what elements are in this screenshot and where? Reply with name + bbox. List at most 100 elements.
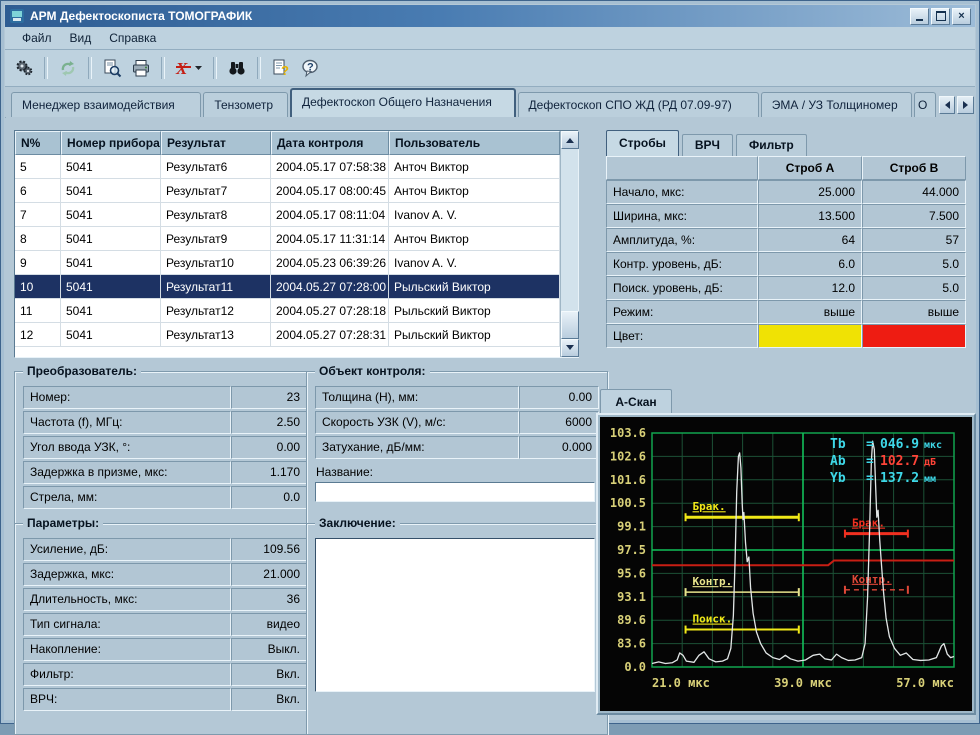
toolbar: X ? ? (5, 50, 975, 87)
cell[interactable]: Анточ Виктор (389, 179, 560, 203)
cell[interactable]: 8 (15, 227, 61, 251)
scrollbar-thumb[interactable] (561, 311, 579, 339)
cell[interactable]: 2004.05.27 07:28:00 (271, 275, 389, 299)
content-area: N% Номер прибора Результат Дата контроля… (6, 117, 976, 720)
export-excel-button[interactable]: X (172, 55, 206, 81)
cell[interactable]: Результат13 (161, 323, 271, 347)
cell[interactable]: 2004.05.17 07:58:38 (271, 155, 389, 179)
cell[interactable]: 6 (15, 179, 61, 203)
table-row[interactable]: 95041Результат102004.05.23 06:39:26Ivano… (15, 251, 560, 275)
tab-tensometer[interactable]: Тензометр (203, 92, 288, 117)
menu-file[interactable]: Файл (13, 29, 61, 47)
titlebar[interactable]: АРМ Дефектоскописта ТОМОГРАФИК × (5, 5, 975, 27)
cell[interactable]: 5041 (61, 227, 161, 251)
svg-text:95.6: 95.6 (617, 566, 646, 580)
field-value: 0.00 (231, 436, 307, 459)
cell[interactable]: Результат10 (161, 251, 271, 275)
cell[interactable]: Результат9 (161, 227, 271, 251)
cell[interactable]: Результат7 (161, 179, 271, 203)
cell[interactable]: 5041 (61, 323, 161, 347)
tab-general-flaw-detector[interactable]: Дефектоскоп Общего Назначения (290, 88, 516, 117)
table-row[interactable]: 115041Результат122004.05.27 07:28:18Рыль… (15, 299, 560, 323)
cell[interactable]: 7 (15, 203, 61, 227)
print-preview-button[interactable] (99, 55, 125, 81)
ascan-chart-panel: 103.6102.6101.6100.599.197.595.693.189.6… (596, 413, 976, 715)
cell[interactable]: Ivanov A. V. (389, 203, 560, 227)
table-row[interactable]: 65041Результат72004.05.17 08:00:45Анточ … (15, 179, 560, 203)
table-row[interactable]: 75041Результат82004.05.17 08:11:04Ivanov… (15, 203, 560, 227)
strobe-a-value: 64 (758, 228, 862, 252)
cell[interactable]: Результат6 (161, 155, 271, 179)
cell[interactable]: 5041 (61, 299, 161, 323)
context-help-button[interactable]: ? (297, 55, 323, 81)
cell[interactable]: 5041 (61, 203, 161, 227)
tab-scroll-right-button[interactable] (957, 96, 974, 114)
cell[interactable]: 12 (15, 323, 61, 347)
cell[interactable]: Рыльский Виктор (389, 323, 560, 347)
cell[interactable]: 9 (15, 251, 61, 275)
svg-text:97.5: 97.5 (617, 543, 646, 557)
svg-text:мм: мм (924, 474, 936, 485)
svg-text:102.7: 102.7 (880, 454, 919, 469)
table-row[interactable]: 85041Результат92004.05.17 11:31:14Анточ … (15, 227, 560, 251)
conclusion-textarea[interactable] (315, 538, 595, 692)
print-button[interactable] (128, 55, 154, 81)
col-header-date[interactable]: Дата контроля (271, 131, 389, 155)
find-button[interactable] (224, 55, 250, 81)
tab-ascan[interactable]: А-Скан (600, 389, 672, 414)
scroll-down-button[interactable] (561, 339, 579, 357)
col-header-device[interactable]: Номер прибора (61, 131, 161, 155)
field-value: Выкл. (231, 638, 307, 661)
cell[interactable]: 5 (15, 155, 61, 179)
maximize-button[interactable] (931, 8, 950, 25)
table-row[interactable]: 125041Результат132004.05.27 07:28:31Рыль… (15, 323, 560, 347)
results-scrollbar[interactable] (560, 131, 578, 357)
cell[interactable]: 2004.05.17 08:11:04 (271, 203, 389, 227)
cell[interactable]: 11 (15, 299, 61, 323)
col-header-number[interactable]: N% (15, 131, 61, 155)
tab-spo-zhd-flaw-detector[interactable]: Дефектоскоп СПО ЖД (РД 07.09-97) (518, 92, 759, 117)
cell[interactable]: 5041 (61, 251, 161, 275)
close-button[interactable]: × (952, 8, 971, 25)
cell[interactable]: 2004.05.23 06:39:26 (271, 251, 389, 275)
cell[interactable]: 2004.05.17 08:00:45 (271, 179, 389, 203)
field-value: Вкл. (231, 663, 307, 686)
tab-filter[interactable]: Фильтр (736, 134, 807, 156)
table-row[interactable]: 55041Результат62004.05.17 07:58:38Анточ … (15, 155, 560, 179)
refresh-button[interactable] (55, 55, 81, 81)
cell[interactable]: Результат8 (161, 203, 271, 227)
cell[interactable]: Ivanov A. V. (389, 251, 560, 275)
menu-view[interactable]: Вид (61, 29, 101, 47)
settings-button[interactable] (11, 55, 37, 81)
cell[interactable]: 5041 (61, 155, 161, 179)
cell[interactable]: Рыльский Виктор (389, 275, 560, 299)
tab-scroll-left-button[interactable] (939, 96, 956, 114)
svg-text:21.0 мкс: 21.0 мкс (652, 676, 710, 690)
cell[interactable]: Анточ Виктор (389, 227, 560, 251)
tab-ema-thickness-gauge[interactable]: ЭМА / УЗ Толщиномер (761, 92, 912, 117)
object-name-input[interactable] (315, 482, 595, 502)
cell[interactable]: Рыльский Виктор (389, 299, 560, 323)
cell[interactable]: 2004.05.27 07:28:31 (271, 323, 389, 347)
tab-strobes[interactable]: Стробы (606, 130, 679, 156)
scroll-up-button[interactable] (561, 131, 579, 149)
table-row-selected[interactable]: 105041Результат112004.05.27 07:28:00Рыль… (15, 275, 560, 299)
help-topics-button[interactable]: ? (268, 55, 294, 81)
cell[interactable]: 5041 (61, 275, 161, 299)
tab-interaction-manager[interactable]: Менеджер взаимодействия (11, 92, 201, 117)
cell[interactable]: 2004.05.17 11:31:14 (271, 227, 389, 251)
tab-vrch[interactable]: ВРЧ (682, 134, 733, 156)
cell[interactable]: 5041 (61, 179, 161, 203)
menu-help[interactable]: Справка (100, 29, 165, 47)
field-value: 1.170 (231, 461, 307, 484)
tab-partial[interactable]: О (914, 92, 936, 117)
field-value: 0.0 (231, 486, 307, 509)
cell[interactable]: Анточ Виктор (389, 155, 560, 179)
col-header-result[interactable]: Результат (161, 131, 271, 155)
cell[interactable]: Результат11 (161, 275, 271, 299)
cell[interactable]: Результат12 (161, 299, 271, 323)
minimize-button[interactable] (910, 8, 929, 25)
col-header-user[interactable]: Пользователь (389, 131, 560, 155)
cell[interactable]: 2004.05.27 07:28:18 (271, 299, 389, 323)
cell[interactable]: 10 (15, 275, 61, 299)
